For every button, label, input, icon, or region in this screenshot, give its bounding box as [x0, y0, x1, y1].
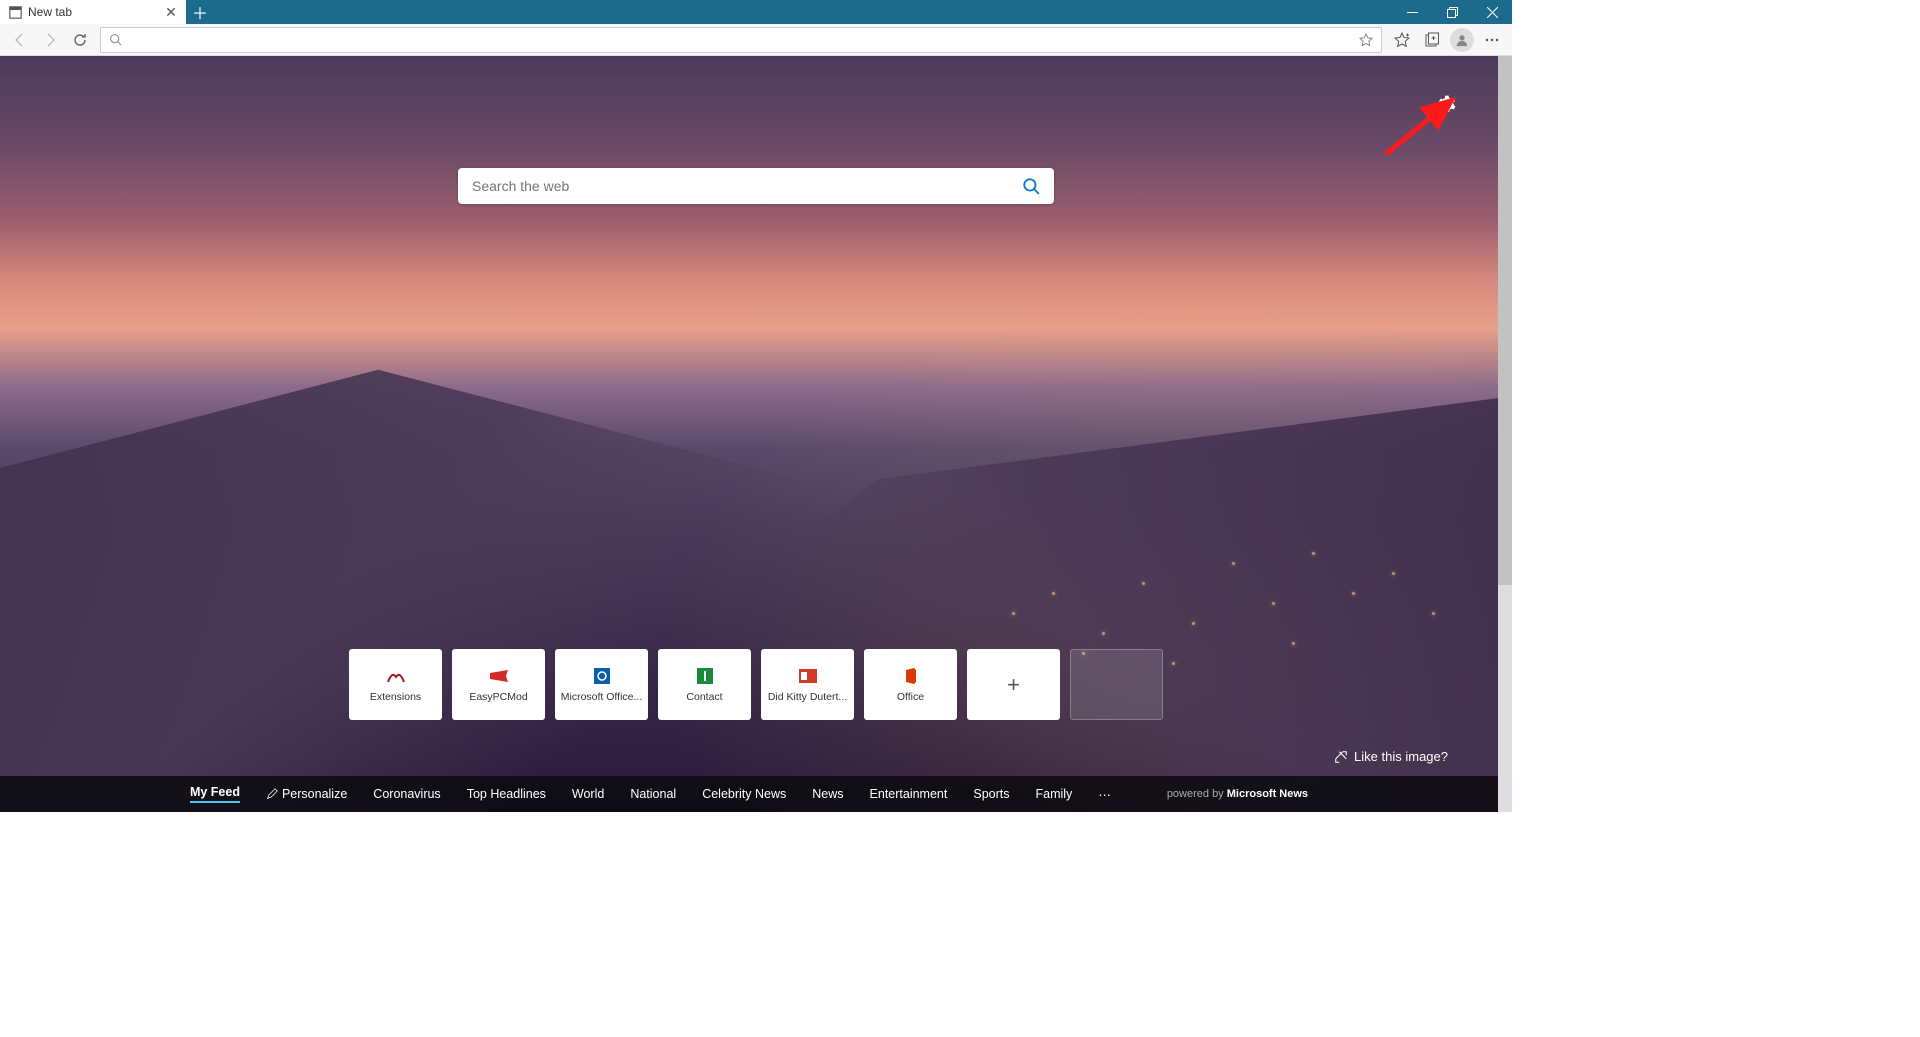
tab-favicon — [8, 5, 22, 19]
tile-label: Contact — [662, 691, 747, 703]
like-image-label: Like this image? — [1354, 749, 1448, 764]
tile-label: Office — [868, 691, 953, 703]
feed-nav-item[interactable]: Coronavirus — [373, 787, 440, 801]
feed-nav-bar: My Feed Personalize Coronavirus Top Headlin… — [0, 776, 1498, 812]
close-tab-icon[interactable]: ✕ — [164, 5, 178, 19]
feed-nav-item[interactable]: Entertainment — [870, 787, 948, 801]
feed-nav-item[interactable]: World — [572, 787, 604, 801]
feed-nav-item[interactable]: National — [630, 787, 676, 801]
quick-links-row: Extensions EasyPCMod Microsoft Office... Co… — [349, 649, 1163, 720]
feed-nav-item[interactable]: Top Headlines — [467, 787, 546, 801]
quick-link-tile[interactable]: EasyPCMod — [452, 649, 545, 720]
web-search-input[interactable] — [472, 178, 1022, 194]
feed-nav-item[interactable]: Personalize — [266, 787, 347, 801]
powered-by-label: powered by Microsoft News — [1167, 788, 1308, 800]
profile-button[interactable] — [1448, 26, 1476, 54]
favorites-button[interactable] — [1388, 26, 1416, 54]
quick-link-tile[interactable]: Office — [864, 649, 957, 720]
like-image-button[interactable]: Like this image? — [1334, 749, 1448, 764]
quick-link-tile[interactable]: Did Kitty Dutert... — [761, 649, 854, 720]
toolbar — [0, 24, 1512, 56]
tile-label: EasyPCMod — [456, 691, 541, 703]
browser-tab[interactable]: New tab ✕ — [0, 0, 186, 24]
tile-label: Did Kitty Dutert... — [765, 691, 850, 703]
tile-label: Microsoft Office... — [559, 691, 644, 703]
search-icon — [109, 33, 122, 46]
pencil-icon — [266, 788, 278, 800]
scrollbar-thumb[interactable] — [1498, 56, 1512, 585]
close-window-button[interactable] — [1472, 0, 1512, 24]
feed-nav-item[interactable]: Celebrity News — [702, 787, 786, 801]
titlebar-drag-area — [214, 0, 1392, 24]
tab-title: New tab — [28, 5, 158, 19]
new-tab-page: Extensions EasyPCMod Microsoft Office... Co… — [0, 56, 1512, 812]
quick-link-tile[interactable]: Contact — [658, 649, 751, 720]
tile-label: Extensions — [353, 691, 438, 703]
address-bar[interactable] — [100, 27, 1382, 53]
tile-icon — [696, 667, 714, 685]
favorite-star-icon[interactable] — [1359, 33, 1373, 47]
tile-icon — [799, 667, 817, 685]
add-quick-link-button[interactable]: + — [967, 649, 1060, 720]
feed-nav-item[interactable]: Family — [1036, 787, 1073, 801]
search-submit-icon[interactable] — [1022, 177, 1040, 195]
minimize-button[interactable] — [1392, 0, 1432, 24]
new-tab-button[interactable]: ＋ — [186, 0, 214, 24]
collections-button[interactable] — [1418, 26, 1446, 54]
address-input[interactable] — [128, 32, 1353, 47]
web-search-box[interactable] — [458, 168, 1054, 204]
more-menu-button[interactable] — [1478, 26, 1506, 54]
tile-icon — [490, 667, 508, 685]
refresh-button[interactable] — [66, 26, 94, 54]
back-button[interactable] — [6, 26, 34, 54]
vertical-scrollbar[interactable] — [1498, 56, 1512, 812]
quick-link-tile[interactable]: Microsoft Office... — [555, 649, 648, 720]
tile-icon — [593, 667, 611, 685]
tile-icon — [902, 667, 920, 685]
feed-nav-item[interactable]: Sports — [973, 787, 1009, 801]
forward-button[interactable] — [36, 26, 64, 54]
tile-icon — [387, 667, 405, 685]
page-settings-button[interactable] — [1434, 92, 1458, 116]
quick-link-tile[interactable]: Extensions — [349, 649, 442, 720]
quick-link-placeholder — [1070, 649, 1163, 720]
titlebar: New tab ✕ ＋ — [0, 0, 1512, 24]
maximize-button[interactable] — [1432, 0, 1472, 24]
feed-nav-more[interactable]: ⋯ — [1098, 787, 1111, 802]
feed-nav-item[interactable]: News — [812, 787, 843, 801]
feed-nav-item[interactable]: My Feed — [190, 785, 240, 803]
